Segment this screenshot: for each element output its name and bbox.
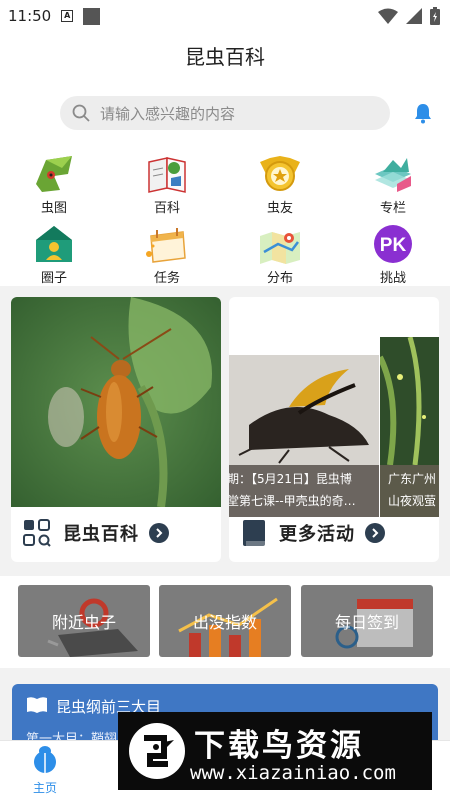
task-calendar-icon — [145, 224, 189, 264]
nearby-insects-button[interactable]: 附近虫子 — [18, 585, 150, 657]
book-icon — [243, 520, 265, 546]
bell-icon[interactable] — [412, 102, 434, 124]
promo-label: 附近虫子 — [51, 613, 116, 632]
pk-challenge-icon: PK — [371, 224, 415, 264]
search-icon — [72, 104, 90, 122]
category-label: 挑战 — [379, 271, 406, 286]
notification-a-icon: A — [61, 10, 74, 22]
status-bar: 11:50 A — [0, 0, 450, 32]
wifi-icon — [378, 8, 398, 24]
status-icons — [378, 7, 440, 25]
distribution-map-icon — [258, 224, 302, 264]
beetle-home-icon — [34, 746, 56, 773]
category-label: 任务 — [153, 271, 180, 286]
encyclopedia-icon — [145, 154, 189, 194]
search-placeholder: 请输入感兴趣的内容 — [100, 104, 236, 123]
category-label: 百科 — [153, 201, 180, 216]
category-label: 虫友 — [266, 201, 293, 216]
category-label: 分布 — [266, 271, 293, 286]
pk-badge-text: PK — [380, 235, 407, 256]
insect-picture-icon — [32, 154, 76, 194]
card-footer: 更多活动 — [229, 504, 439, 562]
card-label: 昆虫百科 — [63, 524, 139, 545]
signal-icon — [406, 8, 422, 24]
category-friends[interactable]: 虫友 — [235, 148, 325, 216]
more-activities-card[interactable]: 期：【5月21日】昆虫博 堂第七课--甲壳虫的奇… 广东广州 山夜观萤 更多活动 — [229, 297, 439, 562]
tab-home-label: 主页 — [32, 781, 57, 795]
slide-2-title: 广东广州 — [388, 472, 437, 486]
category-challenge[interactable]: PK 挑战 — [348, 218, 438, 286]
insect-encyclopedia-card[interactable]: 昆虫百科 — [11, 297, 221, 562]
tab-home[interactable]: 主页 — [20, 745, 70, 796]
chevron-right-icon — [365, 523, 385, 543]
category-distribution[interactable]: 分布 — [235, 218, 325, 286]
card-footer: 昆虫百科 — [11, 504, 221, 562]
promo-label: 每日签到 — [334, 613, 399, 632]
battery-icon — [430, 7, 440, 25]
open-book-icon — [27, 697, 47, 713]
category-column[interactable]: 专栏 — [348, 148, 438, 216]
page-title: 昆虫百科 — [0, 32, 450, 82]
feature-cards: 昆虫百科 期：【5月21日】昆虫博 堂第七课--甲壳虫的奇… 广东广州 山夜观萤… — [0, 286, 450, 570]
promo-row: 附近虫子 出没指数 每日签到 — [0, 576, 450, 668]
category-label: 虫图 — [40, 201, 67, 216]
watermark-url: www.xiazainiao.com — [190, 762, 396, 784]
category-insect-picture[interactable]: 虫图 — [9, 148, 99, 216]
chevron-right-icon — [149, 523, 169, 543]
category-encyclopedia[interactable]: 百科 — [122, 148, 212, 216]
notification-square-icon — [83, 7, 101, 25]
circle-home-icon — [32, 224, 76, 264]
activity-index-button[interactable]: 出没指数 — [159, 585, 291, 657]
beetle-photo — [11, 297, 221, 507]
bird-logo-icon — [129, 723, 185, 779]
activity-slide-1[interactable]: 期：【5月21日】昆虫博 堂第七课--甲壳虫的奇… — [229, 355, 379, 517]
watermark-title: 下载鸟资源 — [194, 728, 364, 764]
activity-slide-2[interactable]: 广东广州 山夜观萤 — [380, 337, 439, 517]
column-icon — [371, 154, 415, 194]
category-circle[interactable]: 圈子 — [9, 218, 99, 286]
category-label: 专栏 — [379, 201, 406, 216]
grid-search-icon — [23, 519, 51, 547]
friends-badge-icon — [258, 154, 302, 194]
slide-1-title: 期：【5月21日】昆虫博 — [229, 472, 352, 486]
card-label: 更多活动 — [279, 524, 355, 545]
search-row: 请输入感兴趣的内容 — [0, 82, 450, 144]
status-time: 11:50 — [8, 7, 52, 25]
category-grid: 虫图 百科 虫友 专栏 圈子 任务 分布 PK 挑战 — [0, 144, 450, 286]
watermark-overlay: 下载鸟资源 www.xiazainiao.com — [118, 712, 432, 790]
search-input[interactable]: 请输入感兴趣的内容 — [60, 96, 390, 130]
promo-label: 出没指数 — [192, 613, 257, 632]
category-task[interactable]: 任务 — [122, 218, 212, 286]
category-label: 圈子 — [40, 271, 67, 286]
daily-checkin-button[interactable]: 每日签到 — [301, 585, 433, 657]
